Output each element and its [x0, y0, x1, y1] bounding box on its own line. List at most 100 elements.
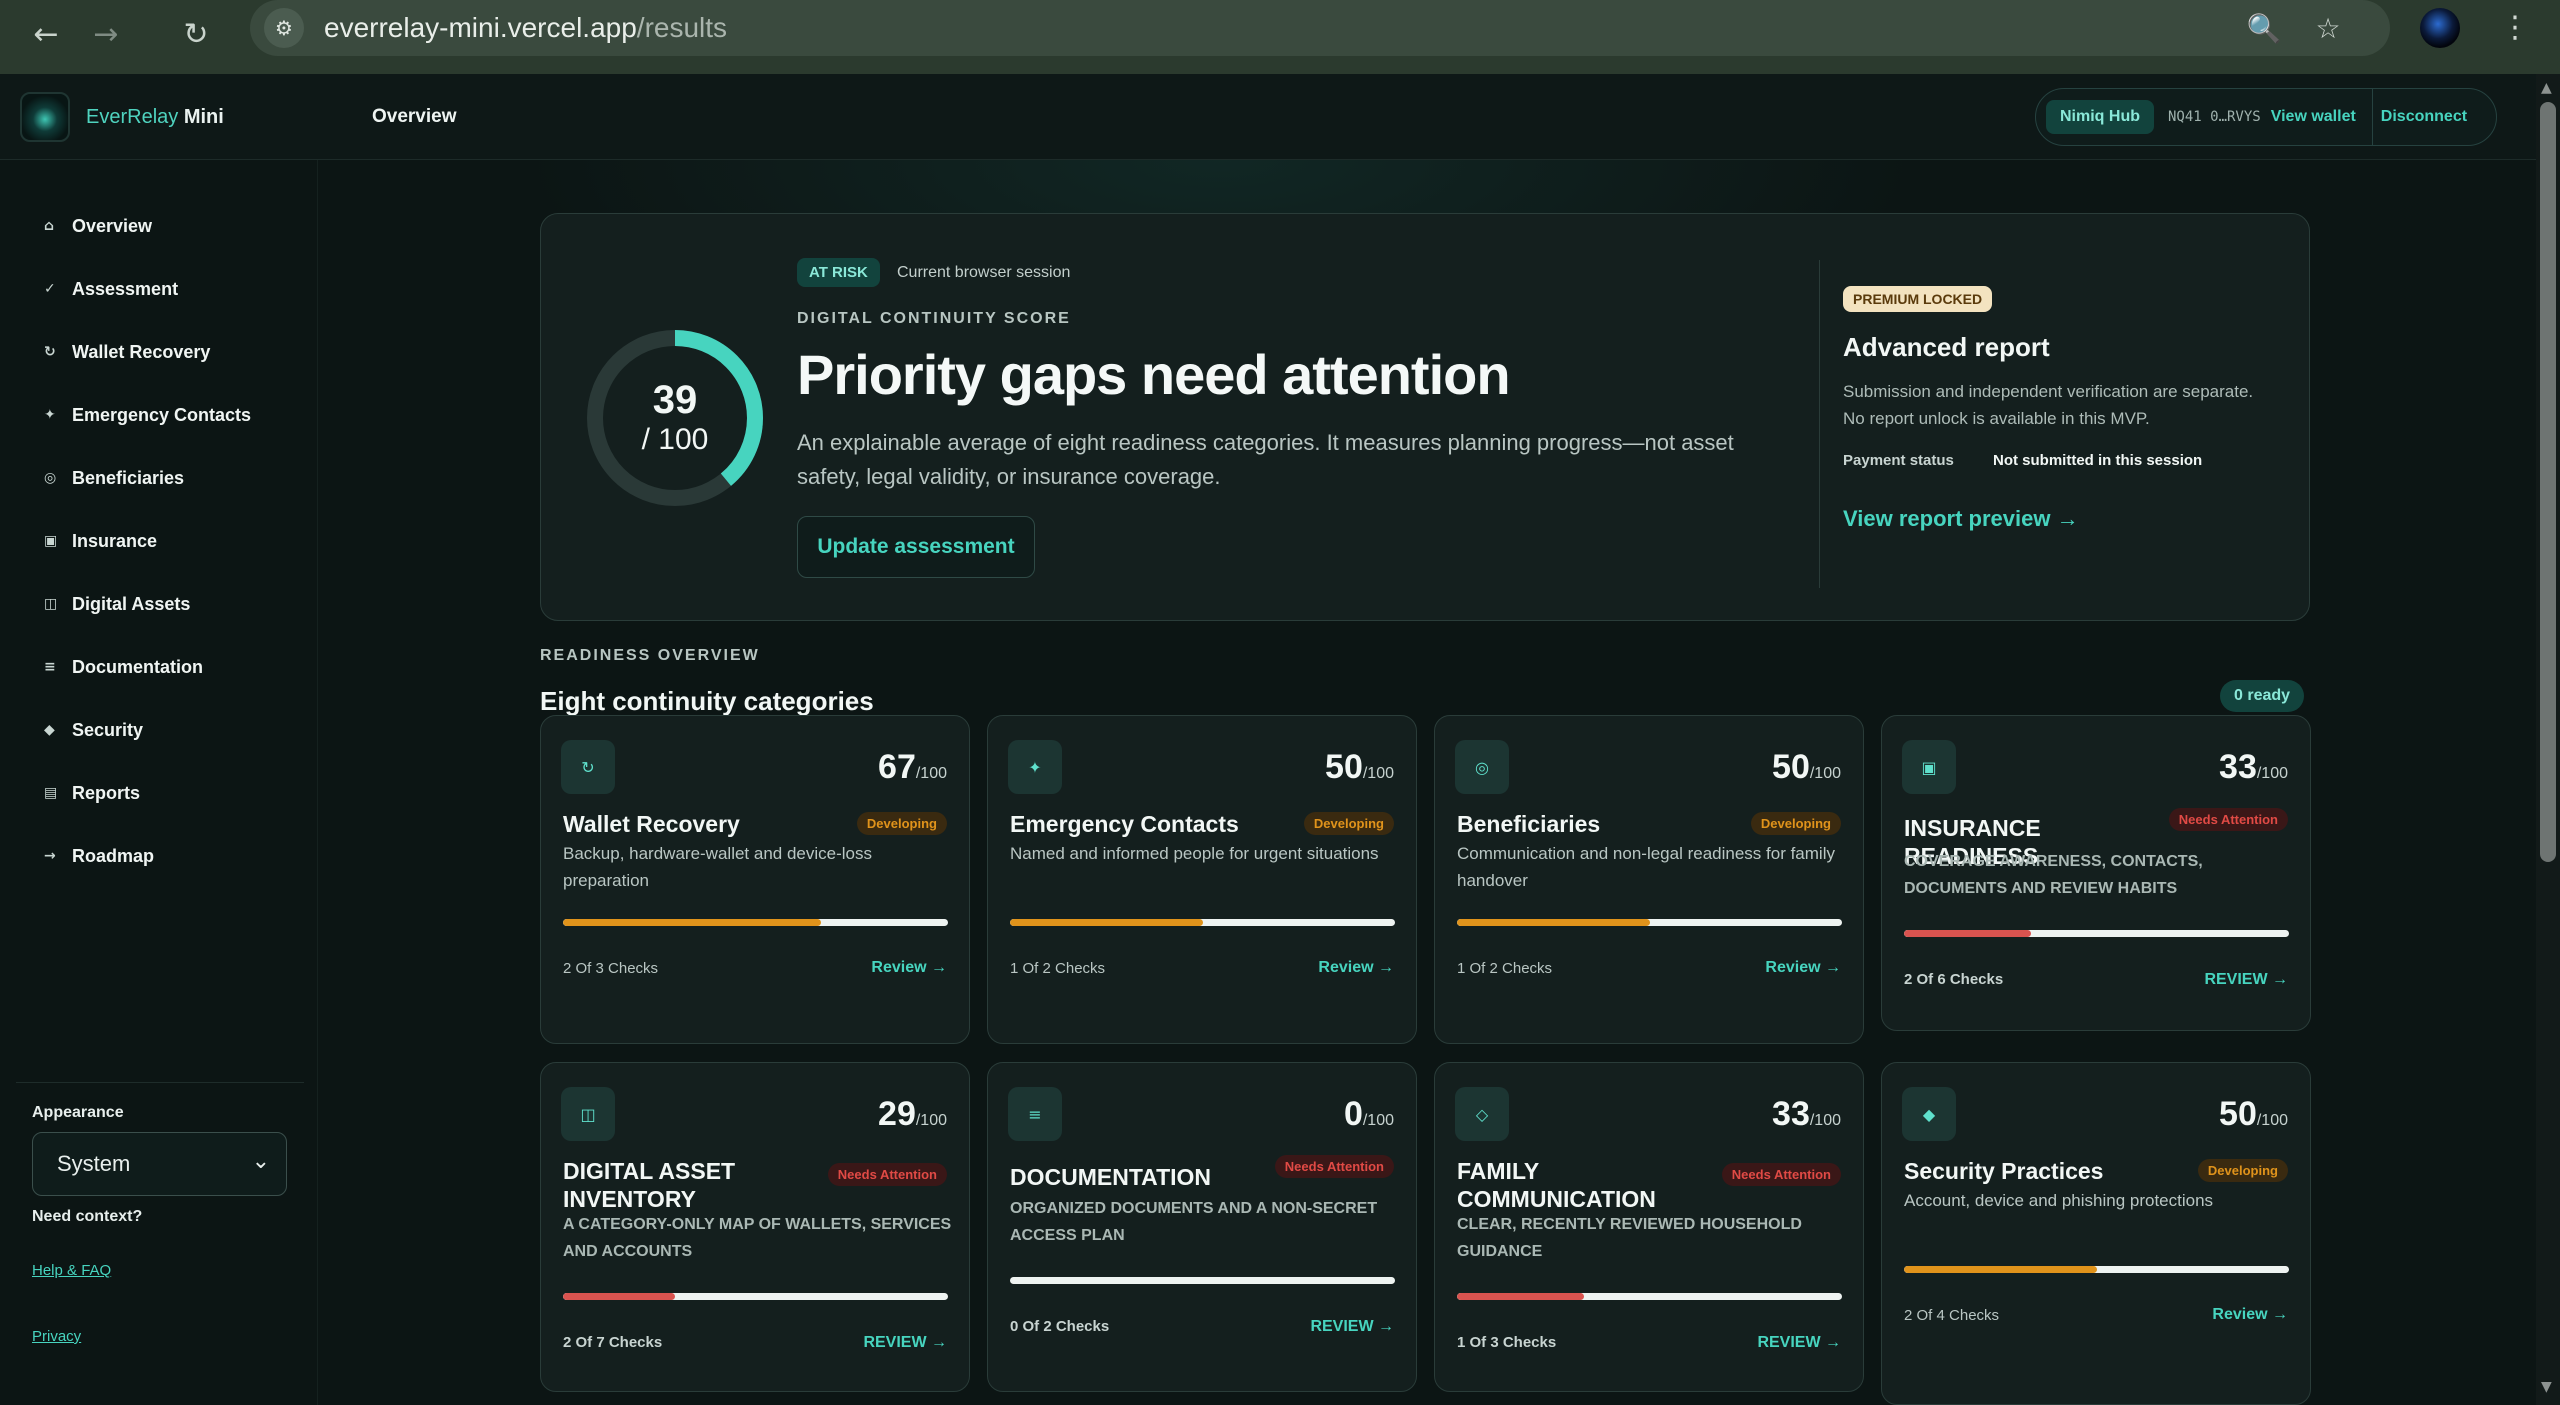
page-scrollbar[interactable]: ▲ ▼	[2536, 74, 2560, 1405]
category-card-insurance-readiness[interactable]: ▣ 33/100 Insurance Readiness Needs Atten…	[1881, 715, 2311, 1031]
checks-count: 1 Of 2 Checks	[1010, 960, 1106, 977]
grid-icon: ◫	[44, 596, 58, 612]
scroll-up-icon[interactable]: ▲	[2541, 80, 2552, 96]
sidebar-item-digital-assets[interactable]: ◫ Digital Assets	[44, 589, 190, 619]
forward-icon[interactable]: →	[86, 14, 126, 54]
progress-bar	[563, 919, 948, 926]
sidebar-item-roadmap[interactable]: → Roadmap	[44, 841, 154, 871]
sidebar-item-insurance[interactable]: ▣ Insurance	[44, 526, 157, 556]
review-link[interactable]: Review →	[863, 1334, 947, 1352]
brand-name[interactable]: EverRelay Mini	[86, 106, 224, 129]
status-badge: Needs Attention	[1721, 1163, 1841, 1186]
site-settings-icon[interactable]: ⚙	[264, 8, 304, 48]
review-link[interactable]: Review →	[2204, 971, 2288, 989]
sidebar-item-wallet-recovery[interactable]: ↻ Wallet Recovery	[44, 337, 210, 367]
refresh-icon: ↻	[561, 740, 615, 794]
payment-status-value: Not submitted in this session	[1993, 452, 2203, 469]
category-card-emergency-contacts[interactable]: ✦ 50/100 Emergency Contacts Developing N…	[987, 715, 1417, 1044]
brand-logo[interactable]	[20, 92, 70, 142]
view-report-preview-link[interactable]: View report preview →	[1843, 506, 2079, 532]
view-wallet-link[interactable]: View wallet	[2271, 108, 2356, 126]
payment-status-label: Payment status	[1843, 452, 1954, 469]
need-context-label: Need context?	[32, 1208, 143, 1225]
score-kicker: DIGITAL CONTINUITY SCORE	[797, 310, 1071, 327]
privacy-link[interactable]: Privacy	[32, 1328, 81, 1345]
grid-icon: ◫	[561, 1087, 615, 1141]
review-link[interactable]: Review →	[2212, 1306, 2288, 1324]
wallet-status: Nimiq Hub NQ41 0…RVYS View wallet Discon…	[2035, 88, 2497, 146]
appearance-select[interactable]: System ⌄	[32, 1132, 287, 1196]
scrollbar-thumb[interactable]	[2540, 102, 2556, 862]
sidebar-item-emergency-contacts[interactable]: ✦ Emergency Contacts	[44, 400, 251, 430]
sidebar-item-label: Reports	[72, 782, 141, 803]
category-description: Coverage awareness, contacts, documents …	[1904, 853, 2203, 897]
category-title: Family Communication	[1457, 1158, 1656, 1212]
checks-count: 1 Of 3 Checks	[1457, 1334, 1557, 1351]
status-badge: Developing	[856, 812, 947, 835]
ready-count-badge: 0 ready	[2220, 680, 2305, 712]
url-text[interactable]: everrelay-mini.vercel.app/results	[324, 12, 727, 44]
review-link[interactable]: Review →	[1757, 1334, 1841, 1352]
category-card-wallet-recovery[interactable]: ↻ 67/100 Wallet Recovery Developing Back…	[540, 715, 970, 1044]
category-score: 29/100	[878, 1095, 947, 1133]
status-badge: Developing	[2197, 1159, 2288, 1182]
progress-bar	[1904, 930, 2289, 937]
browser-menu-icon[interactable]: ⋮	[2500, 10, 2530, 50]
category-score: 33/100	[1772, 1095, 1841, 1133]
sidebar-item-overview[interactable]: ⌂ Overview	[44, 211, 152, 241]
profile-avatar[interactable]	[2420, 8, 2460, 48]
sidebar-item-beneficiaries[interactable]: ◎ Beneficiaries	[44, 463, 184, 493]
sidebar-item-security[interactable]: ◆ Security	[44, 715, 143, 745]
sidebar-item-assessment[interactable]: ✓ Assessment	[44, 274, 178, 304]
category-description: Clear, recently reviewed household guida…	[1457, 1216, 1802, 1260]
category-card-family-communication[interactable]: ◇ 33/100 Family Communication Needs Atte…	[1434, 1062, 1864, 1392]
help-faq-link[interactable]: Help & FAQ	[32, 1262, 111, 1279]
refresh-icon: ↻	[44, 344, 56, 360]
address-bar[interactable]: ⚙ everrelay-mini.vercel.app/results 🔍 ☆	[250, 0, 2390, 56]
back-icon[interactable]: ←	[26, 14, 66, 54]
status-badge: Needs Attention	[2168, 808, 2288, 831]
progress-bar-fill	[563, 1293, 675, 1300]
category-card-documentation[interactable]: ≡ 0/100 Documentation Needs Attention Or…	[987, 1062, 1417, 1392]
category-score: 50/100	[2219, 1095, 2288, 1133]
advanced-report-description: Submission and independent verification …	[1843, 382, 2254, 428]
sidebar-item-label: Insurance	[72, 530, 158, 551]
update-assessment-button[interactable]: Update assessment	[797, 516, 1035, 578]
category-card-digital-asset-inventory[interactable]: ◫ 29/100 Digital Asset Inventory Needs A…	[540, 1062, 970, 1392]
sidebar-item-label: Roadmap	[72, 845, 155, 866]
checks-count: 0 Of 2 Checks	[1010, 1318, 1110, 1335]
bookmark-star-icon[interactable]: ☆	[2308, 8, 2348, 48]
disconnect-button[interactable]: Disconnect	[2381, 108, 2467, 126]
report-icon: ▤	[44, 785, 58, 801]
zoom-icon[interactable]: 🔍	[2244, 8, 2284, 48]
sidebar-item-reports[interactable]: ▤ Reports	[44, 778, 140, 808]
category-score: 50/100	[1325, 748, 1394, 786]
target-icon: ◎	[1455, 740, 1509, 794]
readiness-title: Eight continuity categories	[540, 686, 874, 716]
checks-count: 2 Of 4 Checks	[1904, 1307, 2000, 1324]
scroll-down-icon[interactable]: ▼	[2541, 1379, 2552, 1395]
progress-bar	[1904, 1266, 2289, 1273]
diamond-icon: ◆	[44, 722, 55, 738]
category-card-security-practices[interactable]: ◆ 50/100 Security Practices Developing A…	[1881, 1062, 2311, 1405]
review-link[interactable]: Review →	[1310, 1318, 1394, 1336]
progress-bar-fill	[1457, 1293, 1585, 1300]
divider	[1819, 260, 1820, 588]
review-link[interactable]: Review →	[1765, 959, 1841, 977]
reload-icon[interactable]: ↻	[176, 14, 216, 54]
review-link[interactable]: Review →	[1318, 959, 1394, 977]
category-title: Digital Asset Inventory	[563, 1158, 736, 1212]
sidebar-item-label: Assessment	[72, 278, 179, 299]
review-link[interactable]: Review →	[871, 959, 947, 977]
progress-bar	[1010, 919, 1395, 926]
progress-bar-fill	[1904, 1266, 2097, 1273]
category-card-beneficiaries[interactable]: ◎ 50/100 Beneficiaries Developing Commun…	[1434, 715, 1864, 1044]
diamond-outline-icon: ◇	[1455, 1087, 1509, 1141]
progress-bar-fill	[563, 919, 821, 926]
category-score: 33/100	[2219, 748, 2288, 786]
progress-bar-fill	[1904, 930, 2032, 937]
sidebar-item-documentation[interactable]: ≡ Documentation	[44, 652, 203, 682]
category-description: Account, device and phishing protections	[1904, 1191, 2214, 1210]
arrow-right-icon: →	[44, 848, 56, 864]
chevron-down-icon: ⌄	[251, 1149, 270, 1174]
